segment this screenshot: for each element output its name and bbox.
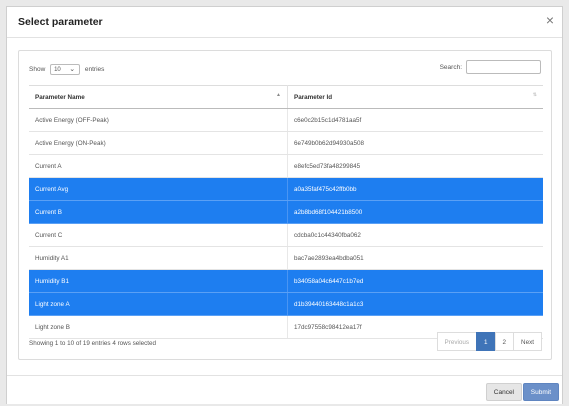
sort-asc-icon: ▲ bbox=[276, 92, 281, 98]
parameter-name-cell: Current B bbox=[29, 200, 288, 224]
table-row[interactable]: Current Ba2b8bd68f104421b8500 bbox=[29, 200, 543, 224]
parameter-id-cell: c6e0c2b15c1d4781aa5f bbox=[287, 108, 543, 132]
page-length-value: 10 bbox=[54, 67, 61, 73]
page-1-button[interactable]: 1 bbox=[476, 332, 496, 351]
dialog-footer: Cancel Submit bbox=[7, 375, 562, 406]
column-header-label: Parameter Name bbox=[35, 93, 85, 101]
next-page-button[interactable]: Next bbox=[513, 332, 542, 351]
table-header-row: Parameter Name ▲ Parameter Id ⇅ bbox=[29, 85, 543, 109]
close-icon[interactable]: × bbox=[546, 13, 554, 27]
table-controls: Show 10 ⌄ entries Search: bbox=[29, 60, 541, 77]
submit-button[interactable]: Submit bbox=[522, 383, 559, 401]
table-row[interactable]: Active Energy (ON-Peak) 6e749b0b62d94930a… bbox=[29, 131, 543, 155]
search-input[interactable] bbox=[466, 60, 541, 74]
parameter-name-cell: Active Energy (OFF-Peak) bbox=[29, 108, 288, 132]
parameter-name-cell: Humidity B1 bbox=[29, 269, 288, 293]
parameter-id-cell: bac7ae2893ea4bdba051 bbox=[287, 246, 543, 270]
chevron-down-icon: ⌄ bbox=[69, 66, 76, 73]
page-2-button[interactable]: 2 bbox=[494, 332, 515, 351]
parameter-id-cell: e8efc5ed73fa48299845 bbox=[287, 154, 543, 178]
parameter-id-cell: a0a35faf475c42ffb0bb bbox=[287, 177, 543, 201]
dialog-header: Select parameter × bbox=[7, 7, 562, 38]
cancel-button[interactable]: Cancel bbox=[485, 383, 522, 401]
parameter-name-cell: Current Avg bbox=[29, 177, 288, 201]
parameter-name-cell: Current A bbox=[29, 154, 288, 178]
table-row[interactable]: Current Ccdcba0c1c44340fba062 bbox=[29, 223, 543, 247]
table-row[interactable]: Current Avg a0a35faf475c42ffb0bb bbox=[29, 177, 543, 201]
parameter-table: Parameter Name ▲ Parameter Id ⇅ Active E… bbox=[29, 85, 543, 339]
select-parameter-dialog: Select parameter × Show 10 ⌄ entries Sea… bbox=[6, 6, 563, 404]
parameter-name-cell: Light zone A bbox=[29, 292, 288, 316]
parameter-name-cell: Humidity A1 bbox=[29, 246, 288, 270]
parameter-name-cell: Light zone B bbox=[29, 315, 288, 339]
sort-both-icon: ⇅ bbox=[532, 92, 537, 98]
column-header-parameter-id[interactable]: Parameter Id ⇅ bbox=[287, 85, 543, 109]
table-info: Showing 1 to 10 of 19 entries 4 rows sel… bbox=[29, 340, 157, 347]
parameter-name-cell: Active Energy (ON-Peak) bbox=[29, 131, 288, 155]
parameter-id-cell: cdcba0c1c44340fba062 bbox=[287, 223, 543, 247]
pagination: Previous 1 2 Next bbox=[436, 332, 542, 351]
dialog-title: Select parameter bbox=[18, 16, 103, 28]
table-row[interactable]: Humidity B1 b34058a04c6447c1b7ed bbox=[29, 269, 543, 293]
show-label: Show bbox=[29, 66, 46, 74]
table-panel: Show 10 ⌄ entries Search: Parameter Name… bbox=[18, 50, 552, 360]
parameter-id-cell: 6e749b0b62d94930a508 bbox=[287, 131, 543, 155]
parameter-id-cell: b34058a04c6447c1b7ed bbox=[287, 269, 543, 293]
page-length-select[interactable]: 10 ⌄ bbox=[50, 64, 81, 75]
column-header-label: Parameter Id bbox=[294, 93, 333, 101]
column-header-parameter-name[interactable]: Parameter Name ▲ bbox=[29, 85, 288, 109]
table-row[interactable]: Humidity A1 bac7ae2893ea4bdba051 bbox=[29, 246, 543, 270]
entries-label: entries bbox=[84, 66, 105, 74]
previous-page-button[interactable]: Previous bbox=[436, 332, 478, 351]
parameter-id-cell: a2b8bd68f104421b8500 bbox=[287, 200, 543, 224]
parameter-name-cell: Current C bbox=[29, 223, 288, 247]
search-label: Search: bbox=[439, 64, 462, 71]
table-row[interactable]: Light zone Ad1b39440163448c1a1c3 bbox=[29, 292, 543, 316]
table-row[interactable]: Active Energy (OFF-Peak) c6e0c2b15c1d4781… bbox=[29, 108, 543, 132]
table-row[interactable]: Current Ae8efc5ed73fa48299845 bbox=[29, 154, 543, 178]
parameter-id-cell: d1b39440163448c1a1c3 bbox=[287, 292, 543, 316]
page-length-control: Show 10 ⌄ entries bbox=[29, 64, 104, 75]
